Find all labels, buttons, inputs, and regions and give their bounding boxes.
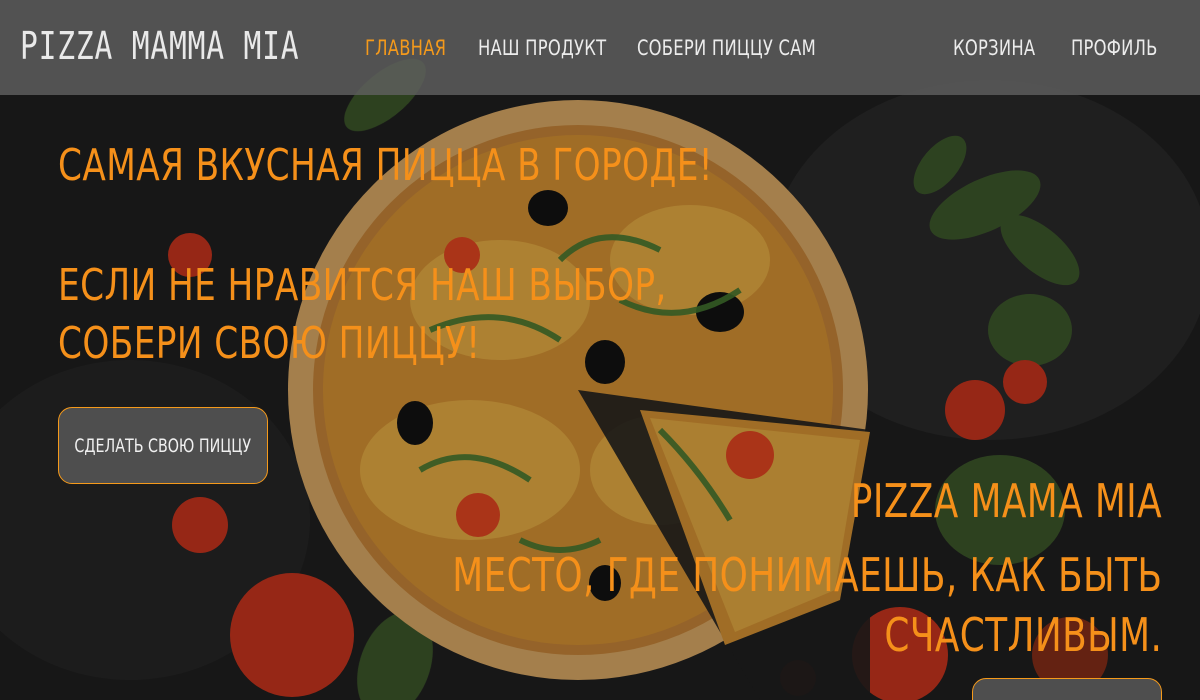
nav-item-cart[interactable]: КОРЗИНА	[953, 36, 1035, 60]
make-pizza-button-label: СДЕЛАТЬ СВОЮ ПИЦЦУ	[74, 434, 252, 457]
hero-subtext-line2: СОБЕРИ СВОЮ ПИЦЦУ!	[58, 318, 481, 369]
brand-name: PIZZA MAMA MIA	[850, 474, 1162, 528]
hero-subtext-line1: ЕСЛИ НЕ НРАВИТСЯ НАШ ВЫБОР,	[58, 260, 667, 311]
hero-headline: САМАЯ ВКУСНАЯ ПИЦЦА В ГОРОДЕ!	[58, 140, 713, 191]
nav-item-product[interactable]: НАШ ПРОДУКТ	[478, 36, 606, 60]
top-navbar: PIZZA MAMMA MIA ГЛАВНАЯ НАШ ПРОДУКТ СОБЕ…	[0, 0, 1200, 95]
make-pizza-button[interactable]: СДЕЛАТЬ СВОЮ ПИЦЦУ	[58, 407, 268, 484]
nav-item-home[interactable]: ГЛАВНАЯ	[365, 36, 446, 60]
secondary-button[interactable]	[972, 678, 1162, 700]
nav-item-profile[interactable]: ПРОФИЛЬ	[1071, 36, 1158, 60]
nav-item-build-pizza[interactable]: СОБЕРИ ПИЦЦУ САМ	[637, 36, 816, 60]
tagline-line2: СЧАСТЛИВЫМ.	[884, 608, 1162, 662]
tagline-line1: МЕСТО, ГДЕ ПОНИМАЕШЬ, КАК БЫТЬ	[451, 548, 1162, 602]
site-logo[interactable]: PIZZA MAMMA MIA	[20, 24, 299, 68]
